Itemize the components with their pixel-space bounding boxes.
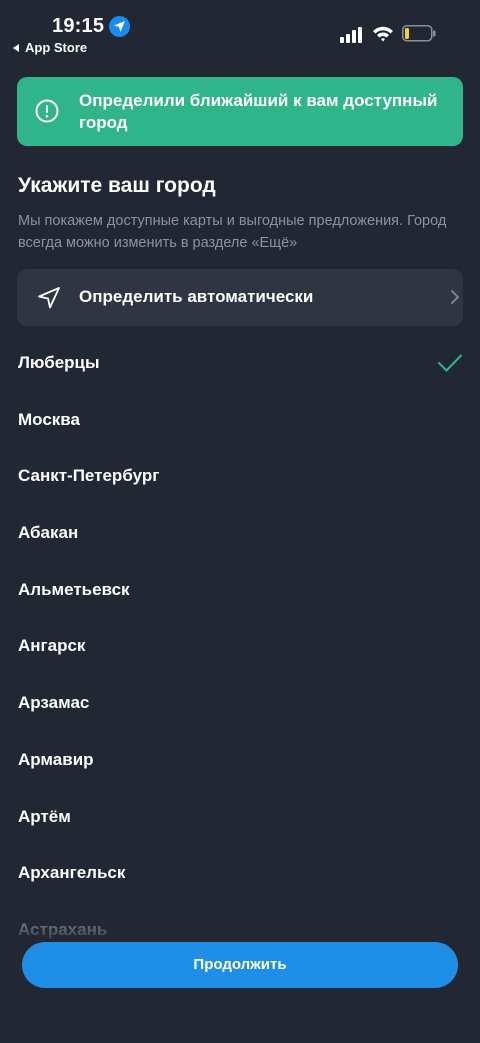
back-to-app-link[interactable]: App Store [13, 40, 87, 55]
city-list[interactable]: Люберцы Москва Санкт-Петербург Абакан Ал… [0, 335, 480, 940]
info-icon [35, 99, 59, 123]
location-services-icon [109, 16, 130, 37]
status-time: 19:15 [52, 15, 105, 37]
city-item[interactable]: Альметьевск [0, 562, 480, 619]
cellular-signal-icon [340, 27, 362, 43]
back-app-label: App Store [25, 40, 88, 55]
city-item[interactable]: Архангельск [0, 845, 480, 902]
city-detected-banner: Определили ближайший к вам доступный гор… [17, 77, 463, 146]
checkmark-icon [438, 354, 462, 372]
city-item[interactable]: Арзамас [0, 675, 480, 732]
city-name: Архангельск [18, 863, 126, 883]
city-item[interactable]: Армавир [0, 732, 480, 789]
auto-detect-label: Определить автоматически [79, 287, 314, 306]
city-name: Арзамас [18, 693, 90, 713]
city-item[interactable]: Абакан [0, 505, 480, 562]
city-name: Москва [18, 409, 80, 429]
city-item[interactable]: Люберцы [0, 335, 480, 392]
wifi-icon [373, 26, 393, 42]
city-item[interactable]: Артём [0, 789, 480, 846]
continue-button[interactable]: Продолжить [22, 942, 458, 988]
city-name: Санкт-Петербург [18, 466, 160, 486]
battery-icon [402, 25, 436, 42]
city-name: Люберцы [18, 353, 100, 372]
navigation-arrow-icon [38, 287, 60, 309]
page-title: Укажите ваш город [18, 174, 216, 197]
status-bar: 19:15 App Store [0, 0, 480, 64]
auto-detect-button[interactable]: Определить автоматически [17, 269, 463, 326]
city-name: Ангарск [18, 636, 86, 656]
city-name: Артём [18, 806, 71, 826]
city-item[interactable]: Санкт-Петербург [0, 448, 480, 505]
back-triangle-icon [13, 43, 19, 52]
chevron-right-icon [451, 290, 459, 304]
city-item[interactable]: Астрахань [0, 902, 480, 940]
banner-message: Определили ближайший к вам доступный гор… [79, 91, 438, 132]
city-name: Альметьевск [18, 579, 130, 599]
city-item[interactable]: Москва [0, 392, 480, 449]
city-name: Абакан [18, 523, 79, 543]
city-item[interactable]: Ангарск [0, 618, 480, 675]
city-name: Астрахань [18, 919, 108, 939]
page-subtitle: Мы покажем доступные карты и выгодные пр… [18, 213, 447, 251]
city-name: Армавир [18, 749, 94, 769]
